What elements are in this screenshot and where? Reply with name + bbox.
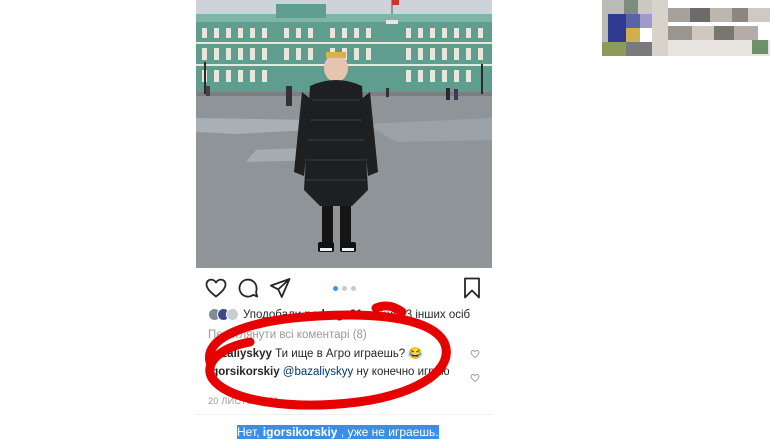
post-date: 20 ЛИСТОПАДА [208, 396, 280, 406]
comment-text: ну конечно играю [356, 366, 450, 378]
caption-username: igorsikorskiy [262, 425, 338, 439]
bookmark-icon[interactable] [460, 276, 484, 300]
likes-prefix: Уподобали [243, 308, 302, 321]
liker-username[interactable]: pedrogc31 [304, 309, 362, 321]
carousel-dot [342, 286, 347, 291]
caption-suffix: , уже не играешь. [337, 425, 439, 439]
carousel-dot [351, 286, 356, 291]
carousel-indicator [333, 286, 356, 291]
heart-icon[interactable] [204, 276, 228, 300]
blurred-thumbnail [602, 0, 770, 56]
likes-line: Уподобали pedrogc31 та ще 13 інших осіб [208, 308, 470, 321]
comment-text: Ти ище в Агро играешь? 😂 [275, 348, 423, 360]
small-heart-icon[interactable] [470, 373, 480, 383]
instagram-post-card: Уподобали pedrogc31 та ще 13 інших осіб … [196, 0, 492, 416]
share-icon[interactable] [268, 276, 292, 300]
photo-scene [196, 0, 492, 268]
comment-username[interactable]: igorsikorskiy [208, 366, 280, 378]
comment-username[interactable]: bazaliyskyy [208, 348, 272, 360]
view-all-comments-link[interactable]: Переглянути всі коментарі (8) [208, 329, 367, 341]
likes-text: Уподобали pedrogc31 та ще 13 інших осіб [243, 309, 470, 321]
comment-row: bazaliyskyy Ти ище в Агро играешь? 😂 [208, 347, 466, 361]
comment-icon[interactable] [236, 276, 260, 300]
liker-avatar[interactable] [226, 308, 239, 321]
caption-prefix: Нет, [237, 425, 263, 439]
post-photo[interactable] [196, 0, 492, 268]
comment-row: igorsikorskiy @bazaliyskyy ну конечно иг… [208, 365, 466, 379]
comment-mention[interactable]: @bazaliyskyy [283, 366, 353, 378]
likes-suffix[interactable]: та ще 13 інших осіб [366, 309, 470, 321]
post-action-bar [196, 276, 492, 302]
divider [196, 414, 492, 415]
small-heart-icon[interactable] [470, 349, 480, 359]
carousel-dot [333, 286, 338, 291]
highlighted-caption: Нет, igorsikorskiy , уже не играешь. [237, 425, 439, 440]
